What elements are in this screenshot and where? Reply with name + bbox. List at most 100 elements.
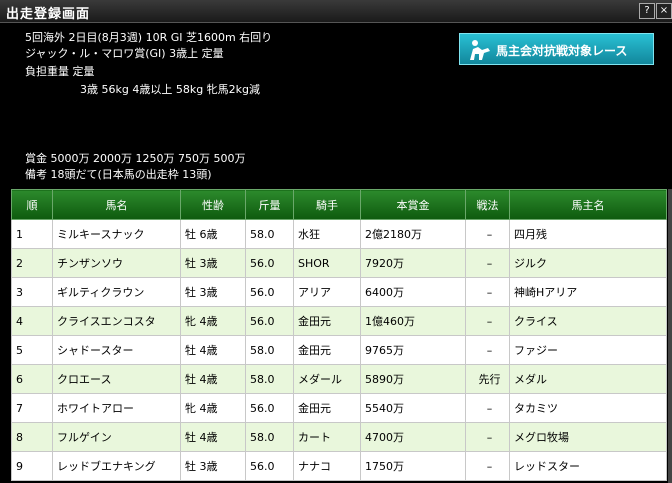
cell-tactic: –	[465, 451, 510, 481]
title-bar: 出走登録画面 ? ×	[0, 0, 672, 23]
cell-jockey: 金田元	[293, 393, 361, 423]
cell-sex-age: 牝 4歳	[180, 306, 246, 336]
cell-jockey: ナナコ	[293, 451, 361, 481]
cell-sex-age: 牡 4歳	[180, 364, 246, 394]
cell-jockey: SHOR	[293, 248, 361, 278]
cell-number: 2	[11, 248, 53, 278]
cell-number: 9	[11, 451, 53, 481]
col-header-number[interactable]: 順	[11, 189, 53, 220]
col-header-jockey[interactable]: 騎手	[293, 189, 361, 220]
col-header-horse[interactable]: 馬名	[52, 189, 181, 220]
cell-owner: メグロ牧場	[509, 422, 667, 452]
table-row[interactable]: 5 シャドースター牡 4歳 58.0 金田元 9765万 – ファジー	[11, 335, 667, 365]
race-schedule: 5回海外 2日目(8月3週) 10R GI 芝1600m 右回り	[25, 31, 273, 44]
cell-tactic: –	[465, 306, 510, 336]
table-row[interactable]: 8 フルゲイン牡 4歳 58.0 カート 4700万 – メグロ牧場	[11, 422, 667, 452]
cell-horse-name: クロエース	[52, 364, 181, 394]
col-header-weight[interactable]: 斤量	[245, 189, 294, 220]
cell-tactic: –	[465, 422, 510, 452]
cell-tactic: 先行	[465, 364, 510, 394]
cell-tactic: –	[465, 393, 510, 423]
cell-prize: 7920万	[360, 248, 466, 278]
horse-rider-icon	[470, 40, 490, 60]
table-header-row: 順 馬名 性齢 斤量 騎手 本賞金 戦法 馬主名	[11, 189, 667, 220]
cell-jockey: アリア	[293, 277, 361, 307]
cell-prize: 5540万	[360, 393, 466, 423]
cell-jockey: メダール	[293, 364, 361, 394]
cell-horse-name: クライスエンコスタ	[52, 306, 181, 336]
cell-jockey: カート	[293, 422, 361, 452]
cell-number: 6	[11, 364, 53, 394]
table-row[interactable]: 7 ホワイトアロー牝 4歳 56.0 金田元 5540万 – タカミツ	[11, 393, 667, 423]
cell-owner: ジルク	[509, 248, 667, 278]
cell-number: 7	[11, 393, 53, 423]
table-row[interactable]: 1 ミルキースナック牡 6歳 58.0 水狂 2億2180万 – 四月残	[11, 219, 667, 249]
cell-weight: 56.0	[245, 277, 294, 307]
cell-horse-name: ミルキースナック	[52, 219, 181, 249]
close-button[interactable]: ×	[656, 3, 672, 19]
cell-sex-age: 牡 4歳	[180, 335, 246, 365]
cell-sex-age: 牡 3歳	[180, 248, 246, 278]
cell-sex-age: 牡 3歳	[180, 277, 246, 307]
cell-horse-name: レッドブエナキング	[52, 451, 181, 481]
cell-number: 1	[11, 219, 53, 249]
weight-detail: 3歳 56kg 4歳以上 58kg 牝馬2kg減	[80, 83, 261, 96]
cell-tactic: –	[465, 277, 510, 307]
cell-weight: 56.0	[245, 248, 294, 278]
cell-number: 3	[11, 277, 53, 307]
col-header-prize[interactable]: 本賞金	[360, 189, 466, 220]
cell-owner: クライス	[509, 306, 667, 336]
cell-prize: 5890万	[360, 364, 466, 394]
cell-horse-name: シャドースター	[52, 335, 181, 365]
cell-prize: 6400万	[360, 277, 466, 307]
cell-horse-name: チンザンソウ	[52, 248, 181, 278]
cell-jockey: 金田元	[293, 335, 361, 365]
table-row[interactable]: 4 クライスエンコスタ牝 4歳 56.0 金田元 1億460万 – クライス	[11, 306, 667, 336]
col-header-owner[interactable]: 馬主名	[509, 189, 667, 220]
cell-prize: 1750万	[360, 451, 466, 481]
table-row[interactable]: 6 クロエース牡 4歳 58.0 メダール 5890万 先行 メダル	[11, 364, 667, 394]
cell-number: 5	[11, 335, 53, 365]
cell-owner: レッドスター	[509, 451, 667, 481]
cell-weight: 56.0	[245, 306, 294, 336]
banner-label: 馬主会対抗戦対象レース	[496, 44, 628, 58]
cell-owner: 四月残	[509, 219, 667, 249]
cell-tactic: –	[465, 335, 510, 365]
cell-horse-name: ホワイトアロー	[52, 393, 181, 423]
table-scrollbar[interactable]	[668, 189, 672, 483]
cell-prize: 4700万	[360, 422, 466, 452]
cell-owner: 神崎Hアリア	[509, 277, 667, 307]
race-name: ジャック・ル・マロワ賞(GI) 3歳上 定量	[25, 47, 224, 60]
table-row[interactable]: 2 チンザンソウ牡 3歳 56.0 SHOR 7920万 – ジルク	[11, 248, 667, 278]
table-row[interactable]: 3 ギルティクラウン牡 3歳 56.0 アリア 6400万 – 神崎Hアリア	[11, 277, 667, 307]
owner-battle-banner[interactable]: 馬主会対抗戦対象レース	[459, 33, 654, 65]
col-header-sex-age[interactable]: 性齢	[180, 189, 246, 220]
cell-prize: 1億460万	[360, 306, 466, 336]
cell-jockey: 水狂	[293, 219, 361, 249]
cell-prize: 2億2180万	[360, 219, 466, 249]
race-note: 備考 18頭だて(日本馬の出走枠 13頭)	[25, 168, 212, 181]
cell-sex-age: 牝 4歳	[180, 393, 246, 423]
cell-sex-age: 牡 3歳	[180, 451, 246, 481]
cell-owner: タカミツ	[509, 393, 667, 423]
entry-table: 順 馬名 性齢 斤量 騎手 本賞金 戦法 馬主名 1 ミルキースナック牡 6歳 58…	[11, 189, 667, 481]
cell-jockey: 金田元	[293, 306, 361, 336]
cell-number: 4	[11, 306, 53, 336]
table-row[interactable]: 9 レッドブエナキング牡 3歳 56.0 ナナコ 1750万 – レッドスター	[11, 451, 667, 481]
help-button[interactable]: ?	[639, 3, 655, 19]
window-title: 出走登録画面	[6, 7, 91, 22]
cell-owner: メダル	[509, 364, 667, 394]
cell-weight: 56.0	[245, 451, 294, 481]
cell-weight: 58.0	[245, 364, 294, 394]
cell-tactic: –	[465, 219, 510, 249]
cell-weight: 58.0	[245, 335, 294, 365]
cell-weight: 56.0	[245, 393, 294, 423]
cell-prize: 9765万	[360, 335, 466, 365]
cell-owner: ファジー	[509, 335, 667, 365]
col-header-tactic[interactable]: 戦法	[465, 189, 510, 220]
prize-money: 賞金 5000万 2000万 1250万 750万 500万	[25, 152, 246, 165]
cell-sex-age: 牡 4歳	[180, 422, 246, 452]
cell-horse-name: ギルティクラウン	[52, 277, 181, 307]
cell-weight: 58.0	[245, 422, 294, 452]
cell-tactic: –	[465, 248, 510, 278]
